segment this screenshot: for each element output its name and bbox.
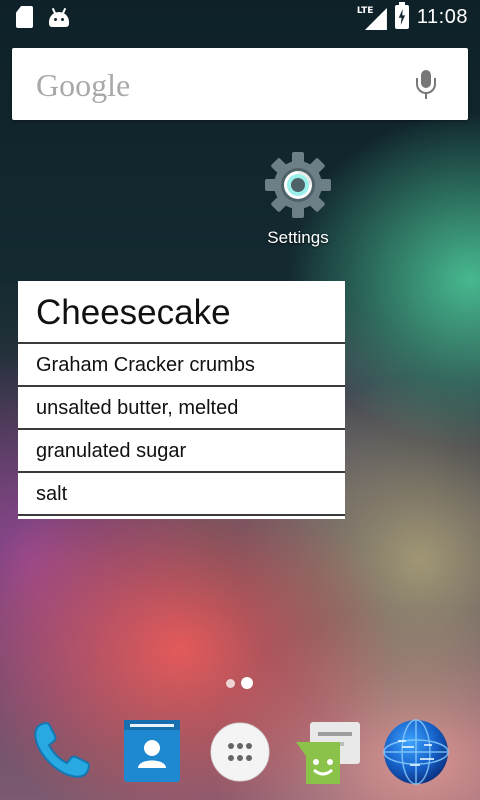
app-drawer-icon[interactable]: [204, 714, 276, 786]
android-debug-icon: [49, 7, 69, 28]
network-type-label: LTE: [356, 6, 374, 16]
recipe-title: Cheesecake: [18, 281, 345, 344]
page-dot-active: [241, 677, 253, 689]
settings-app-label: Settings: [267, 228, 329, 247]
ingredient-item[interactable]: unsalted butter, melted: [18, 387, 345, 430]
contacts-icon[interactable]: [116, 714, 188, 786]
ingredient-item[interactable]: granulated sugar: [18, 430, 345, 473]
status-bar-system: LTE 11:08: [357, 2, 468, 30]
phone-icon[interactable]: [26, 714, 98, 786]
messaging-icon[interactable]: [292, 714, 364, 786]
clock: 11:08: [416, 5, 468, 28]
signal-icon: LTE: [357, 4, 387, 30]
battery-charging-icon: [394, 2, 409, 29]
status-bar: LTE 11:08: [0, 0, 480, 36]
status-bar-notifications: [16, 6, 69, 28]
settings-gear-icon: [263, 150, 333, 220]
page-indicator: [226, 677, 253, 689]
browser-globe-icon[interactable]: [380, 714, 452, 786]
dock: [0, 700, 480, 800]
page-dot: [226, 678, 235, 688]
ingredient-item[interactable]: salt: [18, 473, 345, 516]
google-logo: Google: [36, 67, 131, 103]
home-screen: LTE 11:08 Google Settings Cheesecake Gra…: [0, 0, 480, 800]
sd-card-icon: [16, 6, 33, 28]
settings-app-shortcut[interactable]: Settings: [256, 150, 340, 248]
ingredient-item[interactable]: Graham Cracker crumbs: [18, 344, 345, 387]
google-search-bar[interactable]: Google: [12, 48, 468, 120]
mic-icon[interactable]: [414, 70, 438, 100]
recipe-widget[interactable]: Cheesecake Graham Cracker crumbs unsalte…: [18, 281, 345, 519]
